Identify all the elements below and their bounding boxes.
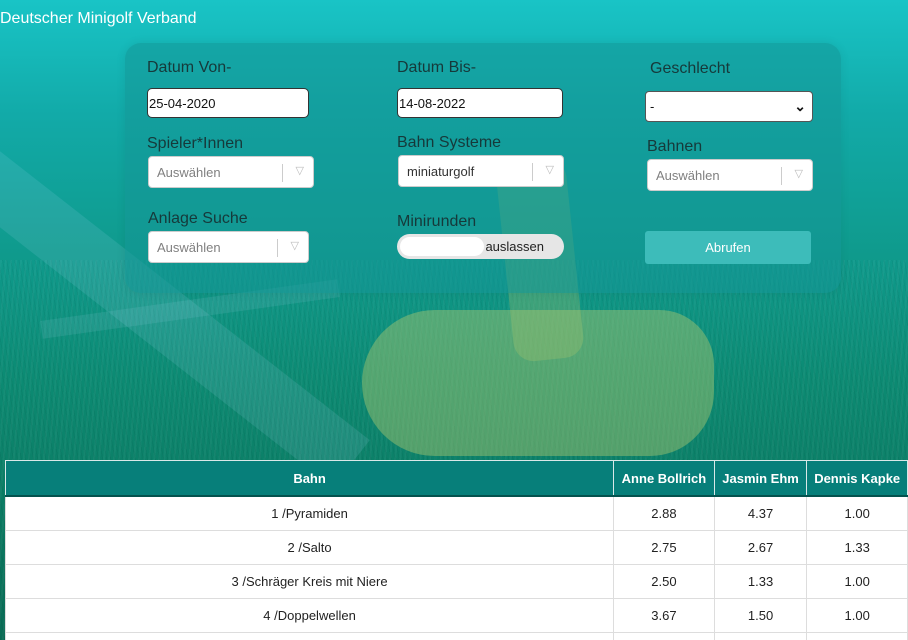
results-table-container: Bahn Anne Bollrich Jasmin Ehm Dennis Kap… bbox=[5, 460, 908, 640]
select-separator bbox=[532, 163, 533, 181]
chevron-down-icon: ⌄ bbox=[794, 98, 806, 114]
bahnen-select[interactable]: Auswählen ▽ bbox=[647, 159, 813, 191]
spieler-select[interactable]: Auswählen ▽ bbox=[148, 156, 314, 188]
table-row: 2 /Salto 2.75 2.67 1.33 bbox=[5, 530, 908, 565]
score-cell: 2.67 bbox=[713, 530, 808, 565]
score-cell: 1.33 bbox=[713, 564, 808, 599]
chevron-down-icon: ▽ bbox=[545, 164, 554, 176]
geschlecht-label: Geschlecht bbox=[650, 60, 731, 77]
score-cell bbox=[713, 632, 808, 640]
table-row: 3 /Schräger Kreis mit Niere 2.50 1.33 1.… bbox=[5, 564, 908, 599]
chevron-down-icon: ▽ bbox=[295, 165, 304, 177]
bahn-systeme-select[interactable]: miniaturgolf ▽ bbox=[398, 155, 564, 187]
select-separator bbox=[277, 239, 278, 257]
bahnen-label: Bahnen bbox=[647, 138, 703, 155]
anlage-label: Anlage Suche bbox=[148, 210, 248, 227]
geschlecht-select[interactable]: - ⌄ bbox=[645, 91, 813, 122]
chevron-down-icon: ▽ bbox=[794, 168, 803, 180]
column-header-player[interactable]: Jasmin Ehm bbox=[713, 460, 808, 497]
bahn-systeme-value: miniaturgolf bbox=[407, 164, 475, 179]
column-header-player[interactable]: Dennis Kapke bbox=[806, 460, 908, 497]
toggle-label: auslassen bbox=[485, 239, 544, 254]
score-cell: 2.88 bbox=[613, 495, 715, 531]
column-header-player[interactable]: Anne Bollrich bbox=[613, 460, 715, 497]
table-row bbox=[5, 632, 908, 640]
bahn-cell: 2 /Salto bbox=[5, 530, 615, 565]
datum-von-input[interactable]: 25-04-2020 bbox=[147, 88, 309, 118]
minirunden-toggle[interactable]: auslassen bbox=[397, 234, 564, 259]
background-putter-head bbox=[362, 310, 714, 456]
bahn-cell: 3 /Schräger Kreis mit Niere bbox=[5, 564, 615, 599]
bahnen-placeholder: Auswählen bbox=[656, 168, 720, 183]
minirunden-label: Minirunden bbox=[397, 213, 477, 230]
bahn-cell bbox=[5, 632, 615, 640]
anlage-placeholder: Auswählen bbox=[157, 240, 221, 255]
bahn-cell: 4 /Doppelwellen bbox=[5, 598, 615, 633]
column-header-bahn[interactable]: Bahn bbox=[5, 460, 615, 497]
toggle-knob bbox=[400, 237, 484, 256]
score-cell: 1.50 bbox=[713, 598, 808, 633]
select-separator bbox=[282, 164, 283, 182]
datum-bis-label: Datum Bis- bbox=[397, 59, 477, 76]
chevron-down-icon: ▽ bbox=[290, 240, 299, 252]
datum-von-label: Datum Von- bbox=[147, 59, 232, 76]
score-cell bbox=[613, 632, 715, 640]
datum-bis-input[interactable]: 14-08-2022 bbox=[397, 88, 563, 118]
anlage-select[interactable]: Auswählen ▽ bbox=[148, 231, 309, 263]
score-cell: 1.00 bbox=[806, 598, 908, 633]
score-cell: 1.00 bbox=[806, 495, 908, 531]
table-row: 4 /Doppelwellen 3.67 1.50 1.00 bbox=[5, 598, 908, 633]
score-cell: 1.33 bbox=[806, 530, 908, 565]
score-cell: 3.67 bbox=[613, 598, 715, 633]
bahn-cell: 1 /Pyramiden bbox=[5, 495, 615, 531]
select-separator bbox=[781, 167, 782, 185]
page-title: Deutscher Minigolf Verband bbox=[0, 10, 197, 27]
score-cell: 2.50 bbox=[613, 564, 715, 599]
geschlecht-value: - bbox=[650, 99, 655, 114]
table-header-row: Bahn Anne Bollrich Jasmin Ehm Dennis Kap… bbox=[5, 460, 908, 497]
abrufen-button[interactable]: Abrufen bbox=[645, 231, 811, 264]
score-cell: 4.37 bbox=[713, 495, 808, 531]
score-cell: 2.75 bbox=[613, 530, 715, 565]
spieler-placeholder: Auswählen bbox=[157, 165, 221, 180]
score-cell bbox=[806, 632, 908, 640]
spieler-label: Spieler*Innen bbox=[147, 135, 244, 152]
filter-panel: Datum Von- 25-04-2020 Datum Bis- 14-08-2… bbox=[125, 43, 841, 293]
bahn-systeme-label: Bahn Systeme bbox=[397, 134, 502, 151]
results-table: Bahn Anne Bollrich Jasmin Ehm Dennis Kap… bbox=[5, 460, 908, 640]
table-row: 1 /Pyramiden 2.88 4.37 1.00 bbox=[5, 495, 908, 531]
score-cell: 1.00 bbox=[806, 564, 908, 599]
